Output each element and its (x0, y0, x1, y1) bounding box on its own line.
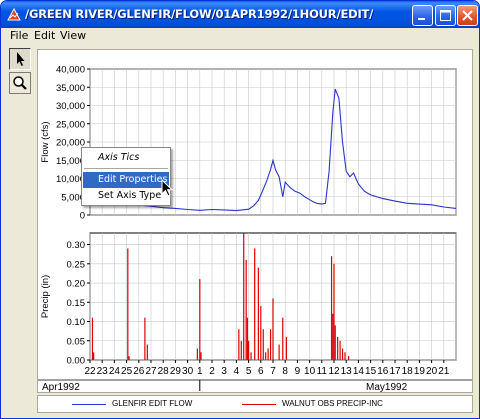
y-tick-label: 0.25 (67, 259, 86, 270)
close-icon (462, 10, 473, 21)
x-tick-label: 27 (145, 366, 157, 377)
tool-palette (5, 46, 35, 396)
pointer-tool-button[interactable] (9, 48, 31, 70)
maximize-button[interactable] (435, 5, 456, 26)
y-tick-label: 0.00 (67, 356, 86, 367)
menu-edit[interactable]: Edit (34, 29, 55, 42)
menu-item-axis-tics[interactable]: Axis Tics (83, 150, 169, 166)
x-tick-label: 28 (158, 366, 170, 377)
legend-label-flow: GLENFIR EDIT FLOW (112, 399, 193, 408)
menu-item-edit-properties[interactable]: Edit Properties (83, 172, 169, 188)
plots-svg[interactable]: 05,00010,00015,00020,00025,00030,00035,0… (38, 50, 472, 393)
menu-separator (84, 168, 168, 169)
x-tick-label: 4 (234, 366, 240, 377)
y-tick-label: 25,000 (56, 119, 85, 130)
legend-swatch-precip (242, 404, 276, 405)
x-tick-label: 13 (341, 366, 353, 377)
maximize-icon (440, 10, 451, 21)
month-label-april: Apr1992 (42, 382, 80, 392)
x-tick-label: 21 (438, 366, 450, 377)
legend-label-precip: WALNUT OBS PRECIP-INC (282, 399, 383, 408)
zoom-icon (13, 76, 27, 90)
title-bar[interactable]: /GREEN RIVER/GLENFIR/FLOW/01APR1992/1HOU… (1, 1, 479, 28)
menu-view[interactable]: View (60, 29, 86, 42)
pointer-icon (17, 52, 25, 66)
month-label-may: May1992 (366, 382, 408, 392)
y-tick-label: 35,000 (56, 83, 85, 94)
x-tick-label: 7 (270, 366, 276, 377)
y-tick-label: 30,000 (56, 101, 85, 112)
y-axis-label: Flow (cfs) (40, 121, 51, 162)
y-tick-label: 0.10 (67, 317, 86, 328)
x-tick-label: 22 (84, 366, 96, 377)
x-tick-label: 5 (246, 366, 252, 377)
x-tick-label: 30 (182, 366, 194, 377)
zoom-tool-button[interactable] (9, 72, 31, 94)
x-tick-label: 3 (221, 366, 227, 377)
x-tick-label: 18 (402, 366, 414, 377)
x-tick-label: 8 (282, 366, 288, 377)
x-tick-label: 14 (353, 366, 365, 377)
x-tick-label: 16 (377, 366, 389, 377)
x-tick-label: 10 (304, 366, 316, 377)
app-window: /GREEN RIVER/GLENFIR/FLOW/01APR1992/1HOU… (0, 0, 480, 419)
x-tick-label: 29 (170, 366, 182, 377)
x-tick-label: 2 (209, 366, 215, 377)
legend-swatch-flow (72, 404, 106, 405)
y-tick-label: 40,000 (56, 65, 85, 76)
x-tick-label: 9 (295, 366, 301, 377)
x-axis: 22 23 24 25 26 27 28 29 30 1 2 3 4 5 6 7 8 9 10 11 12 13 14 15 1… (38, 360, 472, 393)
x-tick-label: 1 (197, 366, 203, 377)
x-tick-label: 24 (109, 366, 121, 377)
menu-item-set-axis-type[interactable]: Set Axis Type (83, 188, 169, 204)
y-tick-label: 0 (80, 211, 85, 222)
menu-file[interactable]: File (10, 29, 28, 42)
precip-chart[interactable]: 0.00 0.05 0.10 0.15 0.20 0.25 0.30 Precip (in) (40, 232, 457, 367)
plot-area[interactable]: 0 5,000 10,000 15,000 20,000 25,000 30,000 35,0… (37, 49, 473, 393)
y-tick-label: 0.15 (67, 298, 86, 309)
mouse-cursor-icon (161, 179, 174, 197)
y-tick-label: 0.20 (67, 279, 86, 290)
x-tick-label: 15 (365, 366, 377, 377)
minimize-button[interactable] (412, 5, 433, 26)
x-tick-label: 25 (121, 366, 133, 377)
x-tick-label: 11 (317, 366, 328, 377)
y-tick-label: 0.30 (67, 240, 86, 251)
context-menu: Axis Tics Edit Properties Set Axis Type (81, 147, 171, 206)
x-tick-label: 6 (258, 366, 264, 377)
x-tick-label: 17 (389, 366, 401, 377)
x-tick-label: 12 (328, 366, 340, 377)
menu-bar: File Edit View (4, 28, 476, 46)
y-axis-label: Precip (in) (40, 275, 51, 318)
x-tick-label: 23 (97, 366, 109, 377)
minimize-icon (418, 18, 425, 20)
y-tick-label: 0.05 (67, 336, 86, 347)
close-button[interactable] (457, 5, 478, 26)
window-title: /GREEN RIVER/GLENFIR/FLOW/01APR1992/1HOU… (25, 7, 374, 21)
x-tick-label: 19 (414, 366, 426, 377)
x-tick-label: 26 (133, 366, 145, 377)
x-tick-label: 20 (426, 366, 438, 377)
legend: GLENFIR EDIT FLOW WALNUT OBS PRECIP-INC (37, 395, 473, 413)
app-icon (7, 8, 21, 21)
